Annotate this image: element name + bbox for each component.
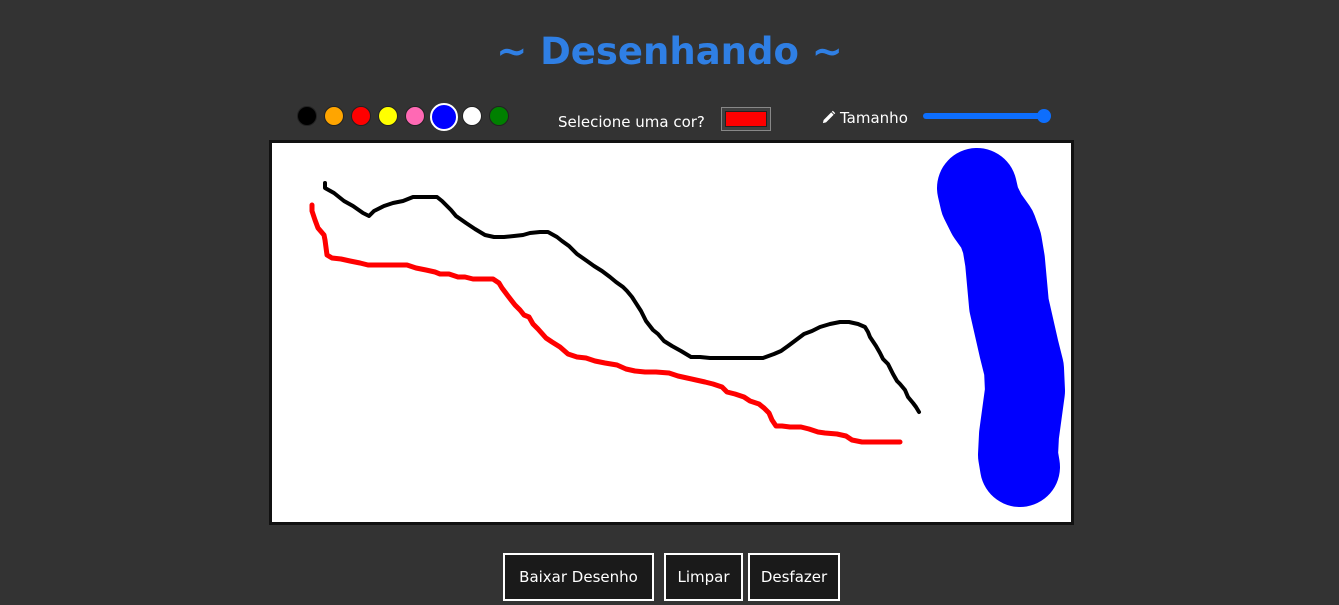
brush-stroke-black [323, 181, 921, 414]
swatch-green[interactable] [489, 106, 509, 126]
swatch-yellow[interactable] [378, 106, 398, 126]
download-drawing-button[interactable]: Baixar Desenho [503, 553, 654, 601]
size-slider-track [923, 113, 1051, 119]
swatch-pink[interactable] [405, 106, 425, 126]
undo-button[interactable]: Desfazer [748, 553, 840, 601]
size-slider[interactable] [923, 109, 1051, 123]
pencil-icon [822, 110, 836, 124]
clear-button[interactable]: Limpar [664, 553, 743, 601]
drawing-canvas[interactable] [269, 140, 1074, 525]
swatch-black[interactable] [297, 106, 317, 126]
swatch-white[interactable] [462, 106, 482, 126]
color-picker-input[interactable] [721, 107, 771, 131]
color-picker-value [725, 111, 767, 127]
brush-stroke-red [309, 202, 903, 445]
swatch-orange[interactable] [324, 106, 344, 126]
swatch-blue[interactable] [430, 103, 458, 131]
drawing-surface [309, 148, 1065, 507]
size-slider-thumb[interactable] [1037, 109, 1051, 123]
drawing-app: ~ Desenhando ~ Selecione uma cor? Tamanh… [0, 0, 1339, 605]
size-label: Tamanho [840, 109, 908, 127]
page-title: ~ Desenhando ~ [496, 30, 843, 73]
swatch-red[interactable] [351, 106, 371, 126]
color-picker-label: Selecione uma cor? [558, 113, 705, 131]
brush-stroke-blue [937, 148, 1065, 507]
